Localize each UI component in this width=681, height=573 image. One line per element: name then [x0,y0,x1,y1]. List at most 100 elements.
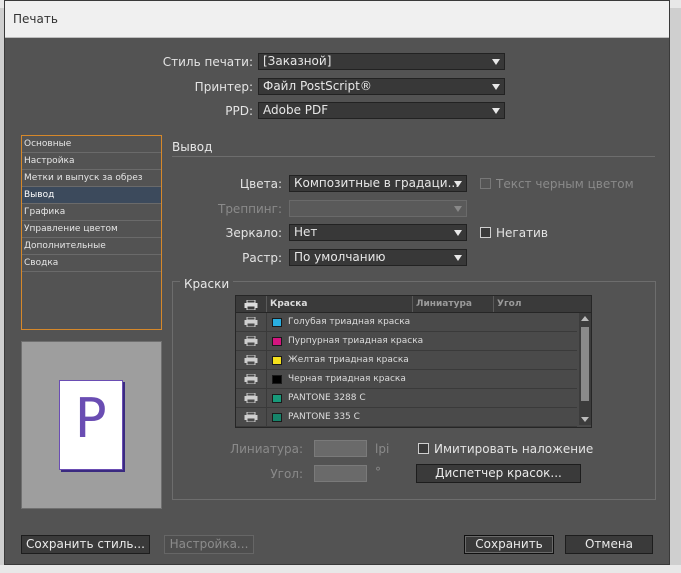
colors-dropdown[interactable]: Композитные в градаци... [289,175,467,192]
ink-name: Голубая триадная краска [288,317,411,327]
colors-value: Композитные в градаци... [294,176,460,190]
chevron-down-icon [454,255,462,261]
negative-label: Негатив [496,226,548,240]
category-list: Основные Настройка Метки и выпуск за обр… [21,135,162,330]
print-toggle[interactable] [236,313,267,331]
ink-name: Пурпурная триадная краска [288,336,424,346]
category-item-advanced[interactable]: Дополнительные [22,238,161,255]
printer-icon [244,412,258,422]
ink-swatch [272,375,282,384]
cancel-button[interactable]: Отмена [565,535,653,554]
ink-column-header[interactable]: Краска [267,296,413,312]
printer-dropdown[interactable]: Файл PostScript® [258,78,505,95]
ink-swatch [272,337,282,346]
print-toggle[interactable] [236,370,267,388]
colors-label: Цвета: [239,177,282,191]
page-preview: P [21,341,162,509]
ink-swatch [272,318,282,327]
trapping-dropdown[interactable] [289,200,467,217]
category-item-general[interactable]: Основные [22,136,161,153]
simulate-overprint-checkbox[interactable] [418,443,429,454]
mirror-label: Зеркало: [225,226,282,240]
printer-value: Файл PostScript® [263,79,372,93]
inks-scrollbar[interactable] [579,313,591,425]
ink-swatch [272,413,282,422]
print-column-header[interactable] [236,296,267,312]
ink-row[interactable]: Пурпурная триадная краска [236,332,577,351]
printer-icon [244,336,258,346]
raster-dropdown[interactable]: По умолчанию [289,249,467,266]
setup-button[interactable]: Настройка... [164,535,254,554]
ink-name: Желтая триадная краска [288,355,409,365]
frequency-field[interactable] [314,440,367,457]
print-toggle[interactable] [236,389,267,407]
chevron-down-icon [492,84,500,90]
chevron-down-icon [454,181,462,187]
printer-icon [244,393,258,403]
save-button[interactable]: Сохранить [464,535,554,554]
ink-row[interactable]: Желтая триадная краска [236,351,577,370]
frequency-column-header[interactable]: Линиатура [413,296,494,312]
preview-glyph: P [74,387,108,450]
negative-checkbox[interactable] [480,227,491,238]
inks-table: Краска Линиатура Угол Голубая триадная к… [235,295,592,428]
category-item-output[interactable]: Вывод [22,187,161,204]
text-black-label: Текст черным цветом [496,177,634,191]
ink-row[interactable]: Голубая триадная краска [236,313,577,332]
inks-section-title: Краски [180,277,234,291]
background-strip-bottom [0,565,681,573]
category-item-graphics[interactable]: Графика [22,204,161,221]
simulate-overprint-label: Имитировать наложение [434,442,594,456]
category-item-summary[interactable]: Сводка [22,255,161,272]
mirror-dropdown[interactable]: Нет [289,224,467,241]
ink-swatch [272,394,282,403]
title-bar: Печать [5,1,669,38]
printer-label: Принтер: [194,80,253,94]
ppd-value: Adobe PDF [263,103,329,117]
chevron-down-icon [492,108,500,114]
frequency-unit: lpi [375,442,390,456]
angle-column-header[interactable]: Угол [494,296,591,312]
print-style-value: [Заказной] [263,54,332,68]
ink-row[interactable]: PANTONE 335 C [236,408,577,427]
printer-icon [244,355,258,365]
ink-name: PANTONE 335 C [288,412,360,422]
raster-value: По умолчанию [294,250,386,264]
scroll-up-arrow-icon[interactable] [581,316,589,321]
trapping-label: Треппинг: [217,202,282,216]
ink-row[interactable]: Черная триадная краска [236,370,577,389]
ink-swatch [272,356,282,365]
text-black-checkbox[interactable] [480,178,491,189]
ink-manager-button[interactable]: Диспетчер красок... [416,464,581,483]
ink-row[interactable]: PANTONE 3288 C [236,389,577,408]
print-toggle[interactable] [236,332,267,350]
chevron-down-icon [492,59,500,65]
section-divider [172,156,655,157]
category-item-setup[interactable]: Настройка [22,153,161,170]
save-style-button[interactable]: Сохранить стиль... [21,535,150,554]
printer-icon [244,317,258,327]
category-item-color-management[interactable]: Управление цветом [22,221,161,238]
printer-icon [244,374,258,384]
scroll-thumb[interactable] [581,327,589,401]
ink-name: PANTONE 3288 C [288,393,366,403]
print-toggle[interactable] [236,351,267,369]
angle-field[interactable] [314,465,367,482]
print-dialog: Печать Стиль печати: [Заказной] Принтер:… [4,0,670,565]
print-style-dropdown[interactable]: [Заказной] [258,53,505,70]
chevron-down-icon [454,230,462,236]
ppd-dropdown[interactable]: Adobe PDF [258,102,505,119]
ink-name: Черная триадная краска [288,374,406,384]
inks-table-header: Краска Линиатура Угол [236,296,591,313]
angle-label: Угол: [270,467,303,481]
output-section-title: Вывод [172,140,213,154]
print-toggle[interactable] [236,408,267,426]
raster-label: Растр: [242,251,282,265]
frequency-label: Линиатура: [230,442,303,456]
scroll-down-arrow-icon[interactable] [581,417,589,422]
chevron-down-icon [454,206,462,212]
category-item-marks-bleed[interactable]: Метки и выпуск за обрез [22,170,161,187]
preview-page: P [59,380,123,470]
printer-icon [244,300,258,310]
mirror-value: Нет [294,225,318,239]
